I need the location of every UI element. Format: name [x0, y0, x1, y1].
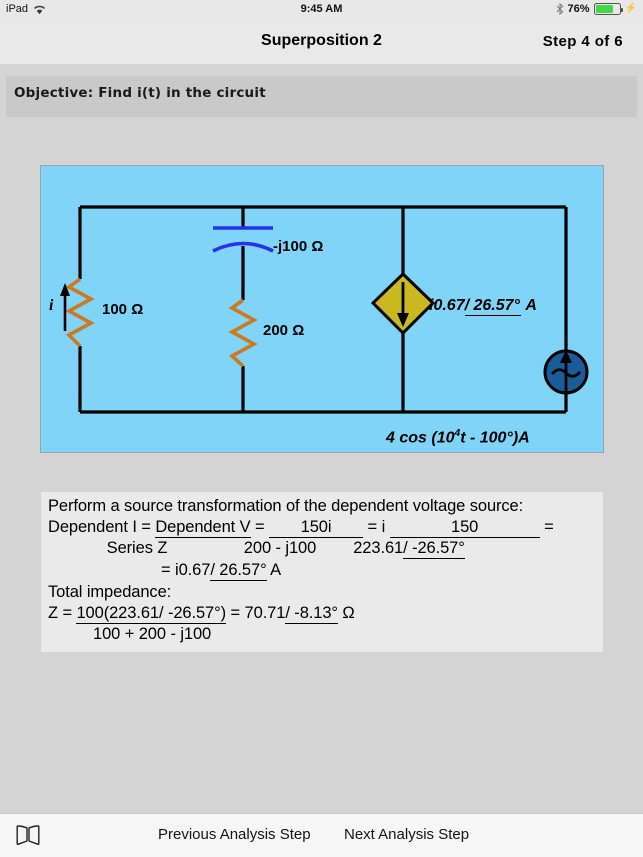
work-line-6: Z = 100(223.61/ -26.57°) = 70.71/ -8.13°…	[48, 604, 355, 624]
clock-time: 9:45 AM	[300, 3, 343, 15]
next-analysis-step-button[interactable]: Next Analysis Step	[344, 826, 469, 843]
fraction-numerator-150i: 150i	[269, 518, 364, 538]
source-phase: t - 100°)A	[460, 429, 530, 447]
work-line-7: 100 + 200 - j100	[93, 625, 212, 643]
resistor-200-symbol	[228, 298, 258, 368]
navigation-bar: Superposition 2 Step 4 of 6	[0, 20, 643, 64]
z-result-magnitude: = 70.71	[226, 604, 286, 622]
status-bar-right: 76% ⚡	[556, 2, 637, 16]
objective-text: Objective: Find i(t) in the circuit	[14, 85, 266, 101]
resistor-100-label: 100 Ω	[102, 301, 144, 318]
work-line-1: Perform a source transformation of the d…	[48, 497, 524, 515]
current-arrow-i	[60, 283, 70, 331]
z-numerator: 100(223.61/ -26.57°)	[76, 604, 227, 624]
resistor-200-label: 200 Ω	[263, 322, 305, 339]
z-result-unit: Ω	[337, 604, 355, 622]
bottom-toolbar: Previous Analysis Step Next Analysis Ste…	[0, 813, 643, 857]
independent-current-source-symbol	[543, 349, 589, 395]
step-indicator: Step 4 of 6	[542, 33, 623, 50]
battery-icon	[593, 3, 623, 15]
source-amplitude: 4 cos (10	[386, 429, 455, 447]
bluetooth-icon	[556, 2, 564, 16]
z-label: Z =	[48, 604, 77, 622]
dependent-current-source-symbol	[370, 271, 436, 336]
battery-percent-label: 76%	[567, 3, 590, 15]
objective-bar: Objective: Find i(t) in the circuit	[6, 76, 637, 117]
dependent-i-label: Dependent I =	[48, 518, 156, 536]
status-bar: iPad 9:45 AM 76% ⚡	[0, 0, 643, 20]
series-z-denominator: Series Z	[106, 539, 168, 557]
denominator-magnitude: 223.61	[353, 539, 404, 557]
z-result-angle: / -8.13°	[285, 604, 338, 624]
current-label-i: i	[49, 297, 54, 314]
result-magnitude: = i0.67	[161, 561, 211, 579]
work-line-5: Total impedance:	[48, 583, 172, 601]
equals-1: =	[250, 518, 270, 536]
fraction-numerator-150: 150	[389, 518, 540, 538]
fraction-denominator-200-j100: 200 - j100	[243, 539, 317, 557]
work-line-3: Series Z 200 - j100 223.61/ -26.57°	[48, 539, 484, 559]
book-icon[interactable]	[16, 825, 40, 846]
denominator-angle: / -26.57°	[403, 539, 465, 559]
capacitor-label: -j100 Ω	[273, 238, 324, 255]
resistor-100-symbol	[65, 277, 95, 348]
equals-2: =	[539, 518, 554, 536]
dependent-source-unit: A	[525, 297, 537, 314]
result-angle: / 26.57°	[210, 561, 267, 581]
previous-analysis-step-button[interactable]: Previous Analysis Step	[158, 826, 311, 843]
dependent-source-label: i0.67/ 26.57° A	[429, 297, 537, 316]
dependent-v-numerator: Dependent V	[155, 518, 251, 538]
dependent-source-angle: / 26.57°	[464, 297, 521, 316]
equals-i: = i	[363, 518, 390, 536]
analysis-work-panel: Perform a source transformation of the d…	[41, 492, 603, 652]
charging-bolt-icon: ⚡	[624, 3, 637, 14]
work-line-4: = i0.67/ 26.57° A	[161, 561, 281, 581]
result-unit: A	[266, 561, 282, 579]
independent-source-label: 4 cos (104t - 100°)A	[386, 428, 530, 447]
circuit-diagram: i 100 Ω 200 Ω -j100 Ω i0.67/ 26.57° A 4 …	[40, 165, 604, 453]
work-line-2: Dependent I = Dependent V = 150i = i 150…	[48, 518, 554, 538]
dependent-source-magnitude: i0.67	[429, 297, 465, 314]
